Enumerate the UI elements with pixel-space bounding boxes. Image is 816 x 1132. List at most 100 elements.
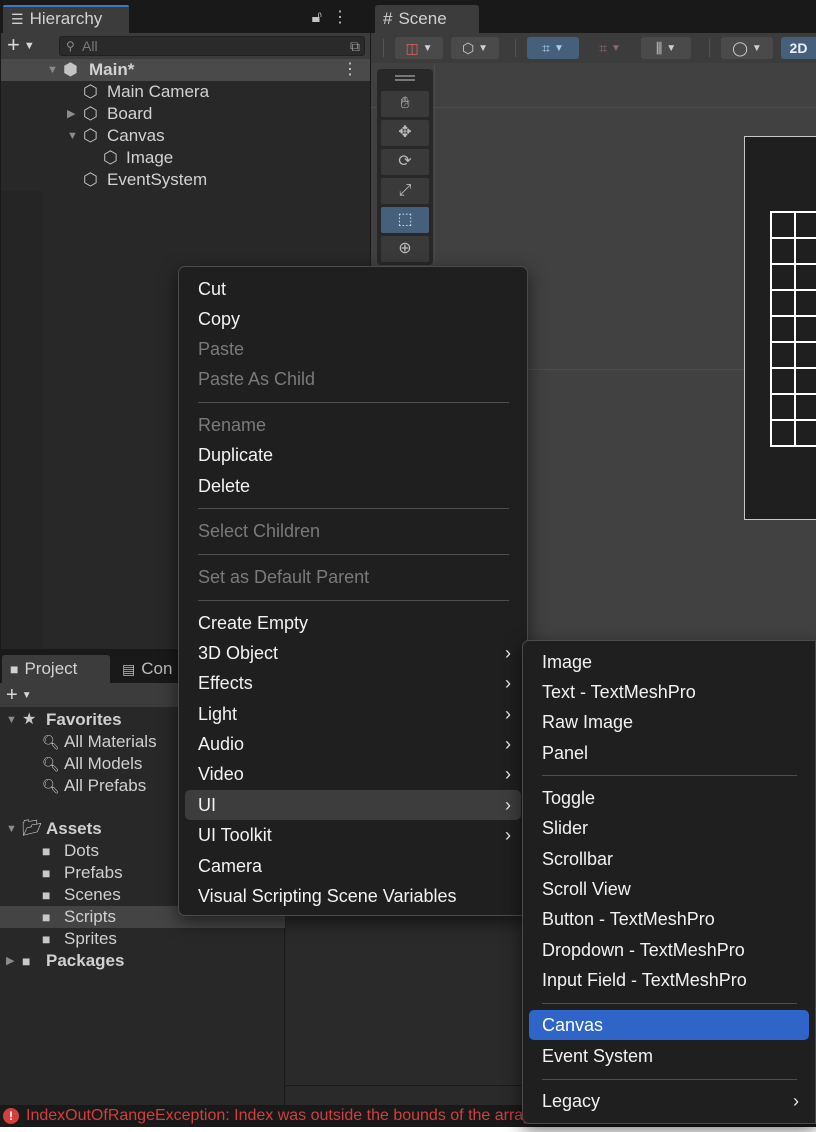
increment-snap-button[interactable]: ⫼ ▼	[641, 37, 691, 59]
submenu-item-image[interactable]: Image	[529, 647, 809, 677]
expand-icon[interactable]: ⧉	[350, 37, 360, 55]
rotate-tool[interactable]: ⟳	[381, 149, 429, 175]
submenu-item-legacy[interactable]: Legacy ›	[529, 1086, 809, 1116]
tree-row[interactable]: ⬡ EventSystem	[1, 169, 370, 191]
submenu-item-raw-image[interactable]: Raw Image	[529, 707, 809, 737]
search-input[interactable]: ⚲ All ⧉	[59, 36, 365, 56]
scene-name: Main*	[89, 60, 135, 79]
draw-mode-button[interactable]: ⬡ ▼	[451, 37, 499, 59]
menu-item-ui-toolkit[interactable]: UI Toolkit ›	[185, 820, 521, 850]
search-icon: 🔍︎	[42, 756, 60, 772]
tab-project[interactable]: ■ Project	[2, 655, 110, 683]
menu-item-cut[interactable]: Cut	[185, 274, 521, 304]
submenu-item-slider[interactable]: Slider	[529, 813, 809, 843]
tree-row[interactable]: ⬡ Image	[1, 147, 370, 169]
more-icon[interactable]: ⋮	[342, 59, 358, 81]
menu-item-label: Dropdown - TextMeshPro	[542, 940, 745, 960]
transform-tool[interactable]: ⊕	[381, 236, 429, 262]
tree-row[interactable]: ▶ ⬡ Board	[1, 103, 370, 125]
menu-item-camera[interactable]: Camera	[185, 851, 521, 881]
menu-item-paste[interactable]: Paste	[185, 334, 521, 364]
menu-item-copy[interactable]: Copy	[185, 304, 521, 334]
tab-console[interactable]: ▤ Con	[116, 655, 172, 683]
menu-item-3d-object[interactable]: 3D Object ›	[185, 638, 521, 668]
menu-item-audio[interactable]: Audio ›	[185, 729, 521, 759]
rect-tool[interactable]: ⬚	[381, 207, 429, 233]
more-icon[interactable]: ⋮	[332, 9, 358, 26]
submenu-item-text-tmp[interactable]: Text - TextMeshPro	[529, 677, 809, 707]
submenu-item-input-field-tmp[interactable]: Input Field - TextMeshPro	[529, 965, 809, 995]
menu-item-video[interactable]: Video ›	[185, 759, 521, 789]
submenu-item-panel[interactable]: Panel	[529, 738, 809, 768]
scale-icon: ⤢	[398, 182, 412, 199]
collapse-arrow-icon[interactable]: ▼	[67, 125, 78, 147]
submenu-item-scrollbar[interactable]: Scrollbar	[529, 844, 809, 874]
collapse-arrow-icon[interactable]: ▼	[6, 818, 17, 840]
gameobject-cube-icon: ⬡	[83, 170, 98, 189]
menu-item-light[interactable]: Light ›	[185, 699, 521, 729]
move-tool[interactable]: ✥	[381, 120, 429, 146]
menu-item-label: Canvas	[542, 1015, 604, 1035]
submenu-item-event-system[interactable]: Event System	[529, 1041, 809, 1071]
list-item[interactable]: ■ Sprites	[0, 928, 285, 950]
gizmo-button[interactable]: ◫ ▼	[395, 37, 443, 59]
menu-item-create-empty[interactable]: Create Empty	[185, 608, 521, 638]
packages-row[interactable]: ▶ ■ Packages	[0, 950, 285, 972]
menu-item-select-children[interactable]: Select Children	[185, 516, 521, 546]
add-button[interactable]: + ▼	[7, 32, 35, 58]
menu-separator	[542, 1079, 797, 1080]
collapse-arrow-icon[interactable]: ▼	[6, 709, 17, 731]
menu-item-delete[interactable]: Delete	[185, 471, 521, 501]
tree-item-label: Board	[107, 104, 153, 123]
search-icon: 🔍︎	[42, 734, 60, 750]
grid-off-icon: ⌗	[599, 39, 608, 56]
submenu-item-toggle[interactable]: Toggle	[529, 783, 809, 813]
menu-item-set-default-parent[interactable]: Set as Default Parent	[185, 562, 521, 592]
menu-item-ui[interactable]: UI ›	[185, 790, 521, 820]
folder-label: Prefabs	[64, 863, 123, 882]
menu-item-label: Image	[542, 652, 593, 672]
tree-row-main-scene[interactable]: ▼ ⬢ Main* ⋮	[1, 59, 370, 81]
chevron-down-icon: ▼	[23, 40, 35, 53]
expand-arrow-icon[interactable]: ▶	[67, 103, 75, 125]
grid-visibility-button[interactable]: ⌗ ▼	[585, 37, 635, 59]
tab-scene[interactable]: # Scene	[375, 5, 479, 33]
tab-scene-label: Scene	[398, 9, 447, 28]
expand-arrow-icon[interactable]: ▶	[6, 950, 14, 972]
submenu-item-button-tmp[interactable]: Button - TextMeshPro	[529, 904, 809, 934]
menu-item-label: Input Field - TextMeshPro	[542, 970, 747, 990]
canvas-rect-gizmo[interactable]	[744, 136, 816, 520]
2d-toggle-button[interactable]: 2D	[781, 37, 816, 59]
assets-label: Assets	[46, 819, 102, 838]
menu-item-label: Scroll View	[542, 879, 631, 899]
tree-row[interactable]: ▼ ⬡ Canvas	[1, 125, 370, 147]
folder-icon: ■	[10, 661, 19, 677]
create-asset-button[interactable]: + ▼	[6, 683, 32, 708]
packages-label: Packages	[46, 951, 125, 970]
menu-item-label: Duplicate	[198, 445, 274, 465]
shading-button[interactable]: ◯ ▼	[721, 37, 773, 59]
tab-hierarchy[interactable]: ☰ Hierarchy	[3, 5, 129, 33]
grid-snap-button[interactable]: ⌗ ▼	[527, 37, 579, 59]
menu-item-paste-as-child[interactable]: Paste As Child	[185, 364, 521, 394]
menu-item-duplicate[interactable]: Duplicate	[185, 440, 521, 470]
search-icon: 🔍︎	[42, 778, 60, 794]
hand-icon: ✋︎	[400, 95, 410, 112]
context-menu: Cut Copy Paste Paste As Child Rename Dup…	[178, 266, 528, 916]
chevron-right-icon: ›	[505, 825, 511, 845]
hand-tool[interactable]: ✋︎	[381, 91, 429, 117]
submenu-item-scroll-view[interactable]: Scroll View	[529, 874, 809, 904]
menu-item-visual-scripting[interactable]: Visual Scripting Scene Variables	[185, 881, 521, 911]
tree-row[interactable]: ⬡ Main Camera	[1, 81, 370, 103]
submenu-item-dropdown-tmp[interactable]: Dropdown - TextMeshPro	[529, 935, 809, 965]
expand-arrow-icon[interactable]: ▼	[47, 59, 58, 81]
menu-item-effects[interactable]: Effects ›	[185, 668, 521, 698]
board-grid	[770, 211, 816, 447]
submenu-item-canvas[interactable]: Canvas	[529, 1010, 809, 1040]
menu-item-rename[interactable]: Rename	[185, 410, 521, 440]
menu-separator	[198, 600, 509, 601]
drag-handle[interactable]	[395, 75, 415, 77]
gameobject-cube-icon: ⬡	[83, 126, 98, 145]
lock-icon[interactable]: 🔓︎	[312, 9, 332, 26]
scale-tool[interactable]: ⤢	[381, 178, 429, 204]
